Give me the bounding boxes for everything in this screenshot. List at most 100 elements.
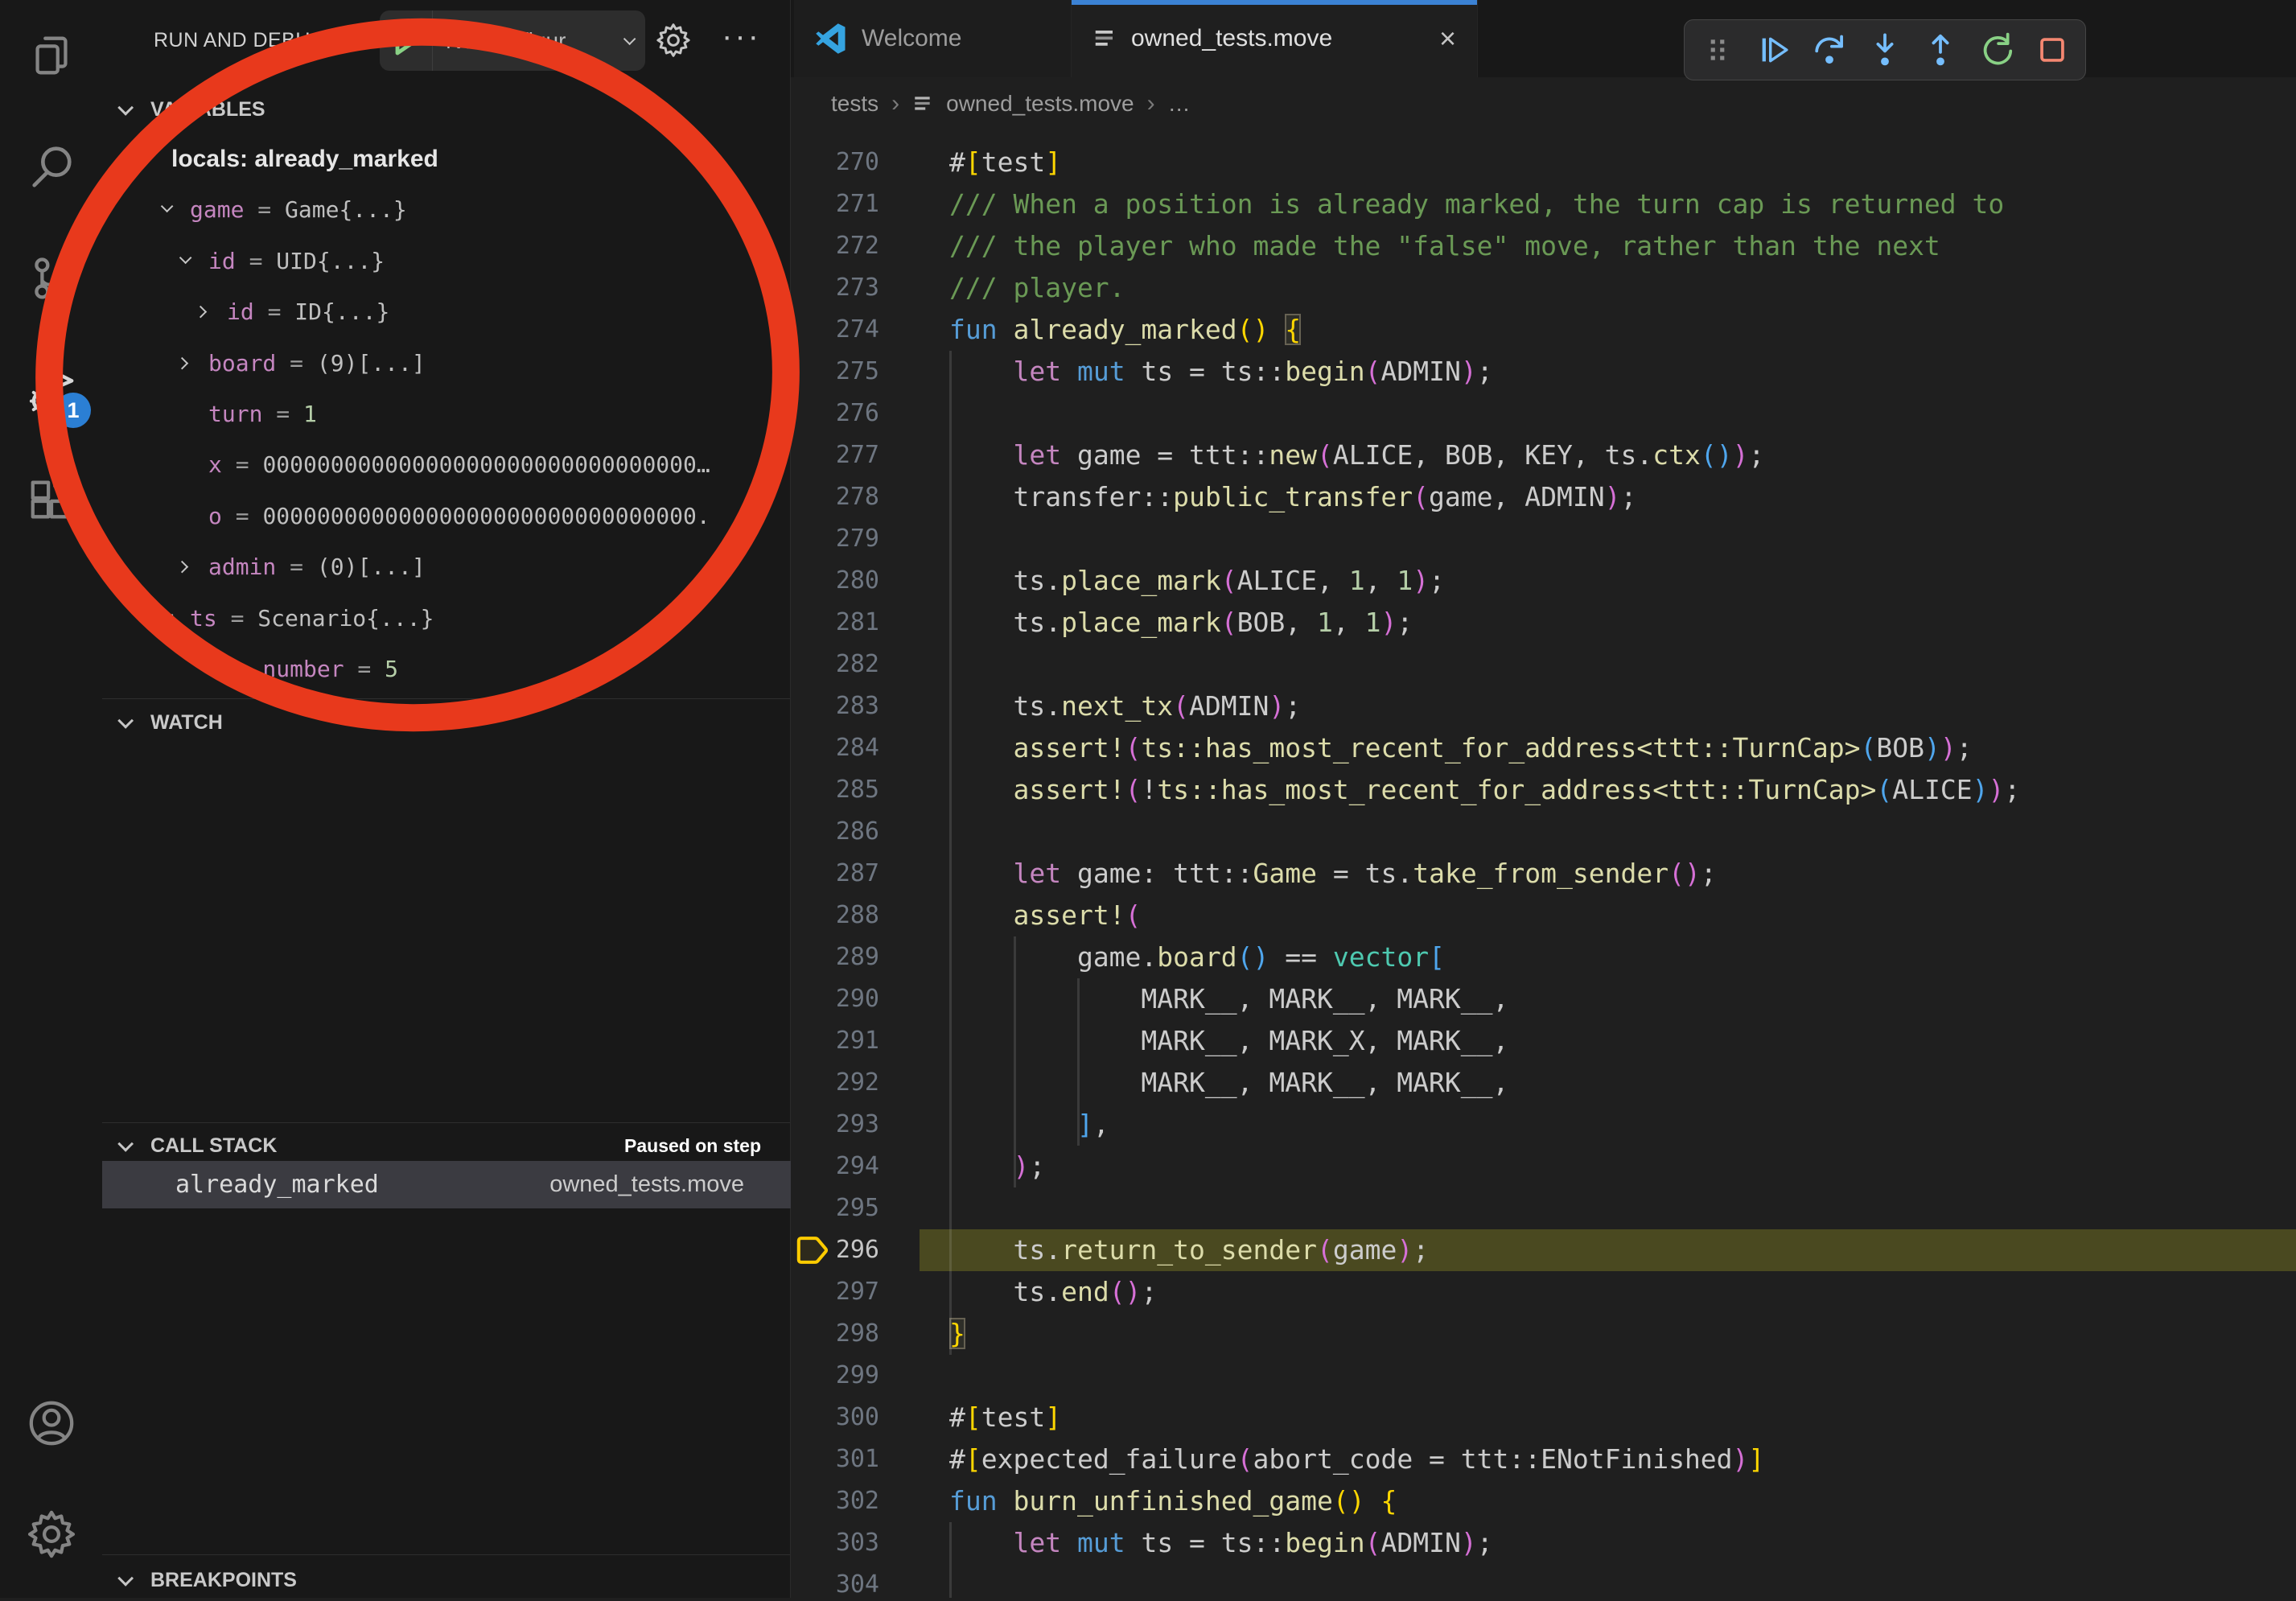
- settings-icon[interactable]: [0, 1479, 102, 1590]
- code-line-299[interactable]: 299: [791, 1355, 2296, 1397]
- variable-row-txn_number[interactable]: txn_number = 5: [102, 644, 791, 694]
- code-line-300[interactable]: 300#[test]: [791, 1397, 2296, 1438]
- code-line-291[interactable]: 291 MARK__, MARK_X, MARK__,: [791, 1020, 2296, 1062]
- chevron-right-icon[interactable]: [195, 306, 208, 319]
- line-number[interactable]: 280: [791, 560, 879, 602]
- debug-config-dropdown[interactable]: No Configur: [380, 10, 645, 71]
- close-icon[interactable]: ×: [1439, 22, 1456, 56]
- line-number[interactable]: 302: [791, 1480, 879, 1522]
- code-line-278[interactable]: 278 transfer::public_transfer(game, ADMI…: [791, 476, 2296, 518]
- tab-owned-tests-move[interactable]: owned_tests.move ×: [1072, 0, 1478, 77]
- line-number[interactable]: 284: [791, 727, 879, 769]
- breakpoints-section-header[interactable]: BREAKPOINTS: [102, 1559, 790, 1601]
- line-number[interactable]: 278: [791, 476, 879, 518]
- stop-icon[interactable]: [2030, 27, 2075, 72]
- line-number[interactable]: 296: [791, 1229, 879, 1271]
- code-line-292[interactable]: 292 MARK__, MARK__, MARK__,: [791, 1062, 2296, 1104]
- code-line-294[interactable]: 294 );: [791, 1146, 2296, 1187]
- line-number[interactable]: 289: [791, 936, 879, 978]
- line-number[interactable]: 294: [791, 1146, 879, 1187]
- line-number[interactable]: 279: [791, 518, 879, 560]
- line-number[interactable]: 292: [791, 1062, 879, 1104]
- line-number[interactable]: 276: [791, 393, 879, 434]
- account-icon[interactable]: [0, 1368, 102, 1479]
- code-line-285[interactable]: 285 assert!(!ts::has_most_recent_for_add…: [791, 769, 2296, 811]
- variable-row-board[interactable]: board = (9)[...]: [102, 338, 791, 389]
- tab-welcome[interactable]: Welcome: [794, 0, 1072, 77]
- line-number[interactable]: 271: [791, 183, 879, 225]
- more-actions-icon[interactable]: ···: [722, 0, 761, 80]
- step-out-icon[interactable]: [1918, 27, 1963, 72]
- line-number[interactable]: 295: [791, 1187, 879, 1229]
- line-number[interactable]: 293: [791, 1104, 879, 1146]
- variable-row-x[interactable]: x = 00000000000000000000000000000000…: [102, 439, 791, 490]
- code-line-277[interactable]: 277 let game = ttt::new(ALICE, BOB, KEY,…: [791, 434, 2296, 476]
- line-number[interactable]: 270: [791, 142, 879, 183]
- line-number[interactable]: 303: [791, 1522, 879, 1564]
- code-line-302[interactable]: 302fun burn_unfinished_game() {: [791, 1480, 2296, 1522]
- code-line-270[interactable]: 270#[test]: [791, 142, 2296, 183]
- line-number[interactable]: 287: [791, 853, 879, 895]
- code-line-304[interactable]: 304: [791, 1564, 2296, 1598]
- chevron-down-icon[interactable]: [161, 200, 174, 213]
- breadcrumb-item-file[interactable]: owned_tests.move: [946, 91, 1134, 117]
- line-number[interactable]: 274: [791, 309, 879, 351]
- chevron-right-icon[interactable]: [176, 356, 189, 369]
- variable-row-turn[interactable]: turn = 1: [102, 389, 791, 439]
- scope-row-locals[interactable]: locals: already_marked: [102, 134, 791, 184]
- code-line-290[interactable]: 290 MARK__, MARK__, MARK__,: [791, 978, 2296, 1020]
- line-number[interactable]: 297: [791, 1271, 879, 1313]
- code-line-273[interactable]: 273/// player.: [791, 267, 2296, 309]
- line-number[interactable]: 286: [791, 811, 879, 853]
- code-line-271[interactable]: 271/// When a position is already marked…: [791, 183, 2296, 225]
- run-and-debug-icon[interactable]: 1: [0, 333, 102, 444]
- code-line-286[interactable]: 286: [791, 811, 2296, 853]
- code-line-293[interactable]: 293 ],: [791, 1104, 2296, 1146]
- line-number[interactable]: 283: [791, 685, 879, 727]
- debug-settings-gear-icon[interactable]: [656, 23, 691, 62]
- code-line-284[interactable]: 284 assert!(ts::has_most_recent_for_addr…: [791, 727, 2296, 769]
- code-line-275[interactable]: 275 let mut ts = ts::begin(ADMIN);: [791, 351, 2296, 393]
- line-number[interactable]: 300: [791, 1397, 879, 1438]
- step-over-icon[interactable]: [1807, 27, 1852, 72]
- step-into-icon[interactable]: [1862, 27, 1907, 72]
- line-number[interactable]: 277: [791, 434, 879, 476]
- code-line-288[interactable]: 288 assert!(: [791, 895, 2296, 936]
- breadcrumb-item-symbol[interactable]: …: [1168, 91, 1191, 117]
- code-line-281[interactable]: 281 ts.place_mark(BOB, 1, 1);: [791, 602, 2296, 644]
- chevron-down-icon[interactable]: [179, 251, 192, 264]
- code-line-303[interactable]: 303 let mut ts = ts::begin(ADMIN);: [791, 1522, 2296, 1564]
- variable-row-admin[interactable]: admin = (0)[...]: [102, 541, 791, 592]
- chevron-down-icon[interactable]: [142, 150, 155, 163]
- variable-row-id[interactable]: id = ID{...}: [102, 286, 791, 337]
- code-line-298[interactable]: 298}: [791, 1313, 2296, 1355]
- drag-grip-icon[interactable]: [1695, 27, 1740, 72]
- call-stack-frame-row[interactable]: already_marked owned_tests.move: [102, 1161, 791, 1208]
- continue-icon[interactable]: [1751, 27, 1796, 72]
- source-control-icon[interactable]: [0, 222, 102, 333]
- code-line-296[interactable]: 296 ts.return_to_sender(game);: [791, 1229, 2296, 1271]
- breadcrumb-item-tests[interactable]: tests: [831, 91, 878, 117]
- code-line-295[interactable]: 295: [791, 1187, 2296, 1229]
- line-number[interactable]: 304: [791, 1564, 879, 1598]
- start-debug-icon[interactable]: [380, 10, 433, 71]
- line-number[interactable]: 272: [791, 225, 879, 267]
- variable-row-o[interactable]: o = 00000000000000000000000000000000.: [102, 491, 791, 541]
- line-number[interactable]: 288: [791, 895, 879, 936]
- line-number[interactable]: 285: [791, 769, 879, 811]
- variables-section-header[interactable]: VARIABLES: [102, 88, 790, 130]
- code-line-279[interactable]: 279: [791, 518, 2296, 560]
- line-number[interactable]: 291: [791, 1020, 879, 1062]
- line-number[interactable]: 275: [791, 351, 879, 393]
- variable-row-ts[interactable]: ts = Scenario{...}: [102, 593, 791, 644]
- code-line-287[interactable]: 287 let game: ttt::Game = ts.take_from_s…: [791, 853, 2296, 895]
- line-number[interactable]: 281: [791, 602, 879, 644]
- code-line-272[interactable]: 272/// the player who made the "false" m…: [791, 225, 2296, 267]
- line-number[interactable]: 273: [791, 267, 879, 309]
- line-number[interactable]: 290: [791, 978, 879, 1020]
- code-line-280[interactable]: 280 ts.place_mark(ALICE, 1, 1);: [791, 560, 2296, 602]
- extensions-icon[interactable]: [0, 444, 102, 555]
- files-icon[interactable]: [0, 0, 102, 111]
- variable-row-id[interactable]: id = UID{...}: [102, 236, 791, 286]
- code-line-274[interactable]: 274fun already_marked() {: [791, 309, 2296, 351]
